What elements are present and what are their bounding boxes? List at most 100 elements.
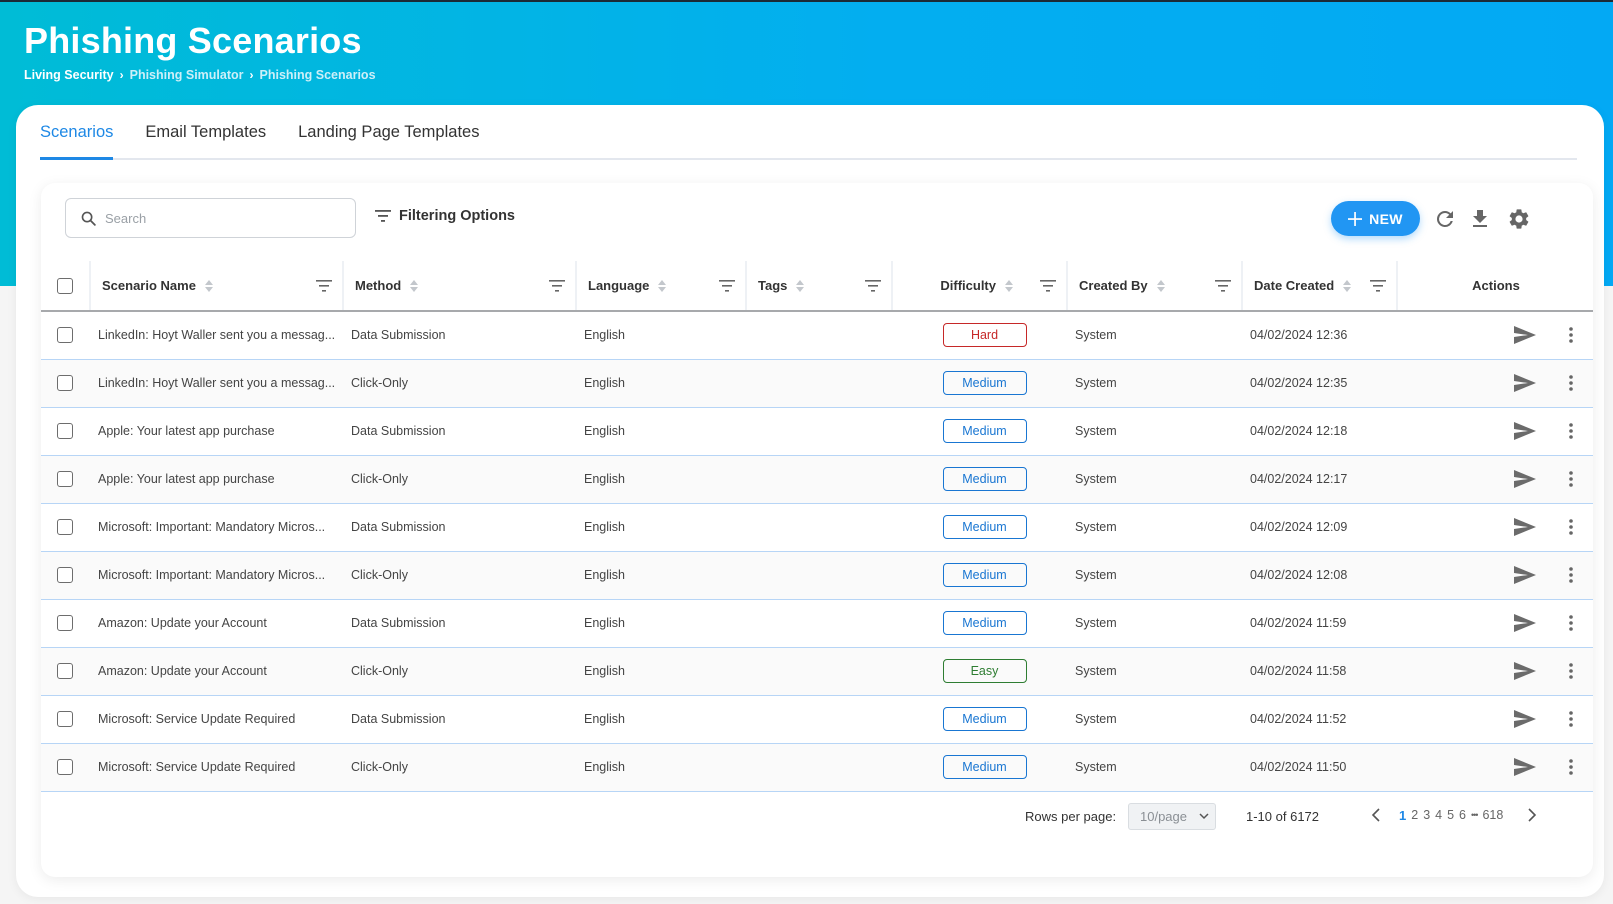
column-header-created-by[interactable]: Created By: [1067, 261, 1243, 312]
next-page-icon[interactable]: [1525, 807, 1539, 823]
breadcrumb-item-living-security[interactable]: Living Security: [24, 68, 114, 82]
sort-icon[interactable]: [1156, 279, 1166, 293]
select-all-checkbox[interactable]: [57, 277, 73, 294]
send-icon[interactable]: [1514, 758, 1537, 776]
sort-icon[interactable]: [1342, 279, 1352, 293]
page-4[interactable]: 4: [1435, 808, 1442, 822]
breadcrumb-item-phishing-simulator[interactable]: Phishing Simulator: [130, 68, 244, 82]
column-filter-icon[interactable]: [1370, 279, 1386, 292]
column-filter-icon[interactable]: [719, 279, 735, 292]
row-checkbox[interactable]: [57, 759, 73, 775]
sort-icon[interactable]: [409, 279, 419, 293]
page-ellipsis[interactable]: •••: [1471, 810, 1479, 820]
scenario-name-cell[interactable]: Microsoft: Service Update Required: [90, 743, 343, 792]
send-icon[interactable]: [1514, 470, 1537, 488]
table-row[interactable]: Amazon: Update your Account Click-Only E…: [41, 647, 1593, 696]
more-options-icon[interactable]: [1569, 471, 1573, 487]
more-options-icon[interactable]: [1569, 423, 1573, 439]
send-icon[interactable]: [1514, 614, 1537, 632]
send-icon[interactable]: [1514, 326, 1537, 345]
scenario-name-cell[interactable]: Microsoft: Important: Mandatory Micros..…: [90, 503, 343, 552]
row-checkbox[interactable]: [57, 327, 73, 344]
tab-landing-page-templates[interactable]: Landing Page Templates: [298, 121, 479, 158]
table-row[interactable]: Amazon: Update your Account Data Submiss…: [41, 599, 1593, 648]
scenario-name-cell[interactable]: Amazon: Update your Account: [90, 599, 343, 648]
search-input[interactable]: [105, 210, 325, 226]
column-header-difficulty[interactable]: Difficulty: [892, 261, 1068, 312]
scenario-name-cell[interactable]: Microsoft: Important: Mandatory Micros..…: [90, 551, 343, 600]
page-1[interactable]: 1: [1399, 808, 1406, 823]
difficulty-cell: Medium: [892, 503, 1067, 552]
select-all-cell: [41, 261, 91, 312]
scenario-name-cell[interactable]: Apple: Your latest app purchase: [90, 455, 343, 504]
table-row[interactable]: Apple: Your latest app purchase Data Sub…: [41, 407, 1593, 456]
download-icon[interactable]: [1468, 207, 1492, 231]
row-checkbox[interactable]: [57, 615, 73, 631]
send-icon[interactable]: [1514, 710, 1537, 728]
row-select-cell: [41, 647, 90, 696]
more-options-icon[interactable]: [1569, 567, 1573, 583]
column-header-scenario-name[interactable]: Scenario Name: [90, 261, 344, 312]
column-filter-icon[interactable]: [865, 279, 881, 292]
column-header-method[interactable]: Method: [343, 261, 577, 312]
row-checkbox[interactable]: [57, 519, 73, 535]
row-checkbox[interactable]: [57, 567, 73, 583]
gear-icon[interactable]: [1507, 207, 1531, 231]
column-filter-icon[interactable]: [1215, 279, 1231, 292]
language-cell: English: [576, 599, 746, 648]
scenario-name-cell[interactable]: LinkedIn: Hoyt Waller sent you a messag.…: [90, 311, 343, 360]
more-options-icon[interactable]: [1569, 615, 1573, 631]
sort-icon[interactable]: [795, 279, 805, 293]
table-row[interactable]: Microsoft: Service Update Required Click…: [41, 743, 1593, 792]
refresh-icon[interactable]: [1433, 207, 1457, 231]
page-2[interactable]: 2: [1411, 808, 1418, 822]
table-row[interactable]: Microsoft: Service Update Required Data …: [41, 695, 1593, 744]
table-row[interactable]: LinkedIn: Hoyt Waller sent you a messag.…: [41, 311, 1593, 360]
more-options-icon[interactable]: [1569, 327, 1573, 344]
send-icon[interactable]: [1514, 662, 1537, 680]
page-5[interactable]: 5: [1447, 808, 1454, 822]
sort-icon[interactable]: [657, 279, 667, 293]
more-options-icon[interactable]: [1569, 375, 1573, 391]
table-row[interactable]: Microsoft: Important: Mandatory Micros..…: [41, 503, 1593, 552]
send-icon[interactable]: [1514, 422, 1537, 440]
sort-icon[interactable]: [1004, 279, 1014, 293]
column-filter-icon[interactable]: [1040, 279, 1056, 292]
send-icon[interactable]: [1514, 518, 1537, 536]
table-row[interactable]: Apple: Your latest app purchase Click-On…: [41, 455, 1593, 504]
row-checkbox[interactable]: [57, 471, 73, 487]
column-filter-icon[interactable]: [549, 279, 565, 292]
filtering-options-button[interactable]: Filtering Options: [375, 208, 515, 224]
table-row[interactable]: Microsoft: Important: Mandatory Micros..…: [41, 551, 1593, 600]
page-6[interactable]: 6: [1459, 808, 1466, 822]
row-checkbox[interactable]: [57, 663, 73, 679]
scenario-name-cell[interactable]: Apple: Your latest app purchase: [90, 407, 343, 456]
scenario-name-cell[interactable]: Microsoft: Service Update Required: [90, 695, 343, 744]
scenario-name-cell[interactable]: Amazon: Update your Account: [90, 647, 343, 696]
previous-page-icon[interactable]: [1369, 807, 1383, 823]
column-header-tags[interactable]: Tags: [746, 261, 893, 312]
scenario-name-cell[interactable]: LinkedIn: Hoyt Waller sent you a messag.…: [90, 359, 343, 408]
more-options-icon[interactable]: [1569, 759, 1573, 775]
more-options-icon[interactable]: [1569, 711, 1573, 727]
row-checkbox[interactable]: [57, 423, 73, 439]
method-cell: Click-Only: [343, 455, 576, 504]
column-header-language[interactable]: Language: [576, 261, 747, 312]
table-row[interactable]: LinkedIn: Hoyt Waller sent you a messag.…: [41, 359, 1593, 408]
row-checkbox[interactable]: [57, 375, 73, 391]
tab-email-templates[interactable]: Email Templates: [145, 121, 266, 158]
column-filter-icon[interactable]: [316, 279, 332, 292]
row-checkbox[interactable]: [57, 711, 73, 727]
send-icon[interactable]: [1514, 566, 1537, 584]
search-field[interactable]: [65, 198, 356, 238]
page-3[interactable]: 3: [1423, 808, 1430, 822]
column-header-date-created[interactable]: Date Created: [1242, 261, 1398, 312]
more-options-icon[interactable]: [1569, 519, 1573, 535]
tab-scenarios[interactable]: Scenarios: [40, 121, 114, 160]
send-icon[interactable]: [1514, 374, 1537, 392]
new-scenario-button[interactable]: NEW: [1331, 201, 1420, 236]
page-last[interactable]: 618: [1482, 808, 1503, 822]
sort-icon[interactable]: [204, 279, 214, 293]
more-options-icon[interactable]: [1569, 663, 1573, 679]
rows-per-page-select[interactable]: 10/page: [1128, 803, 1216, 830]
